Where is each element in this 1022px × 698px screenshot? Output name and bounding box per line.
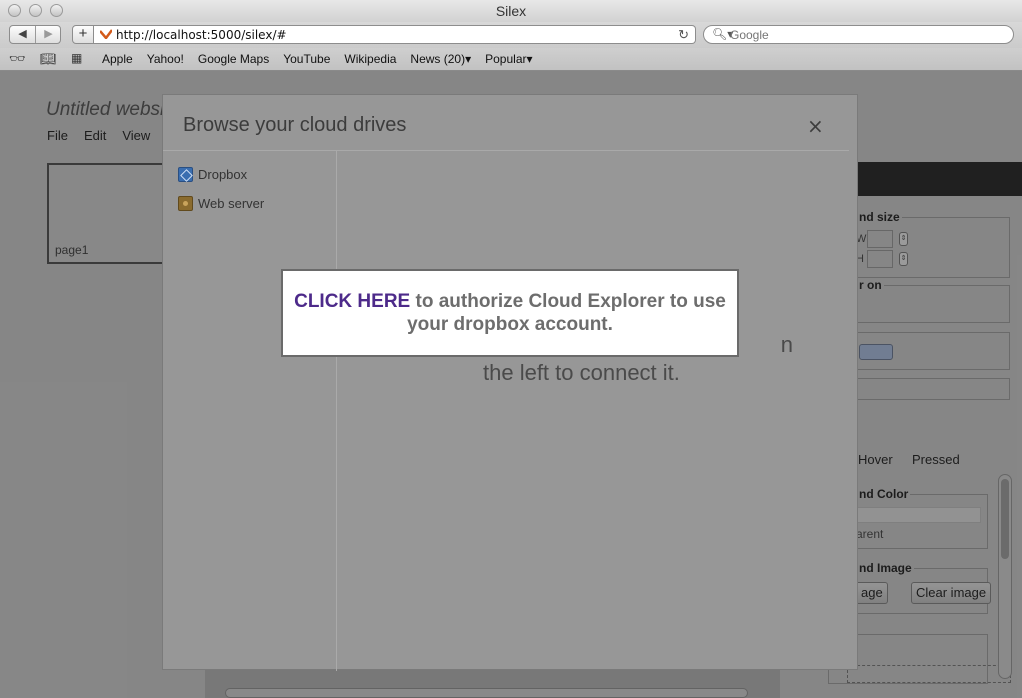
plus-icon: +	[78, 25, 88, 42]
bookmark-news[interactable]: News (20)▾	[410, 52, 471, 66]
authorize-popup: CLICK HERE to authorize Cloud Explorer t…	[281, 269, 739, 357]
bookmarks-bar: 👓︎ 📖︎ ▦ Apple Yahoo! Google Maps YouTube…	[0, 48, 1022, 71]
favicon-icon	[100, 29, 112, 39]
window-titlebar: Silex	[0, 0, 1022, 22]
dialog-separator	[163, 150, 849, 151]
close-dialog-button[interactable]: ×	[807, 116, 824, 136]
forward-button[interactable]: ▶	[36, 26, 61, 43]
click-here-link[interactable]: CLICK HERE	[294, 291, 410, 312]
address-bar[interactable]: http://localhost:5000/silex/# ↻	[94, 25, 696, 44]
back-arrow-icon: ◀	[18, 28, 27, 40]
drive-dropbox-label: Dropbox	[198, 167, 248, 182]
browser-toolbar: ◀ ▶ + http://localhost:5000/silex/# ↻ 🔍︎…	[0, 22, 1022, 48]
top-sites-grid-icon[interactable]: ▦	[71, 51, 82, 65]
bookmarks-book-icon[interactable]: 📖︎	[40, 51, 57, 67]
add-bookmark-button[interactable]: +	[72, 25, 94, 44]
reading-list-icon[interactable]: 👓︎	[9, 51, 26, 67]
bookmark-yahoo[interactable]: Yahoo!	[147, 52, 184, 66]
bookmark-google-maps[interactable]: Google Maps	[198, 52, 269, 66]
reload-icon[interactable]: ↻	[678, 27, 689, 43]
sidebar-separator	[336, 151, 337, 671]
search-box[interactable]: 🔍︎▾	[703, 25, 1014, 44]
drive-dropbox[interactable]: Dropbox	[178, 167, 247, 182]
dropbox-icon	[178, 167, 193, 182]
cloud-explorer-dialog: Browse your cloud drives × Dropbox Web s…	[162, 94, 858, 671]
bookmark-apple[interactable]: Apple	[102, 52, 133, 66]
connect-hint-line2: the left to connect it.	[483, 360, 680, 385]
window-title: Silex	[495, 3, 527, 19]
back-button[interactable]: ◀	[10, 26, 35, 43]
drive-web-server[interactable]: Web server	[178, 196, 264, 211]
forward-arrow-icon: ▶	[44, 28, 53, 40]
authorize-message-rest: to authorize Cloud Explorer to use your …	[407, 291, 726, 335]
url-text: http://localhost:5000/silex/#	[116, 28, 287, 42]
search-input[interactable]	[730, 27, 1000, 42]
drive-web-server-label: Web server	[198, 196, 265, 211]
bookmark-youtube[interactable]: YouTube	[283, 52, 330, 66]
bookmark-popular[interactable]: Popular▾	[485, 52, 532, 66]
bookmark-wikipedia[interactable]: Wikipedia	[344, 52, 396, 66]
authorize-message: CLICK HERE to authorize Cloud Explorer t…	[293, 290, 727, 336]
dialog-title: Browse your cloud drives	[183, 114, 407, 136]
nav-buttons: ◀ ▶	[9, 25, 61, 44]
folder-icon	[178, 196, 193, 211]
